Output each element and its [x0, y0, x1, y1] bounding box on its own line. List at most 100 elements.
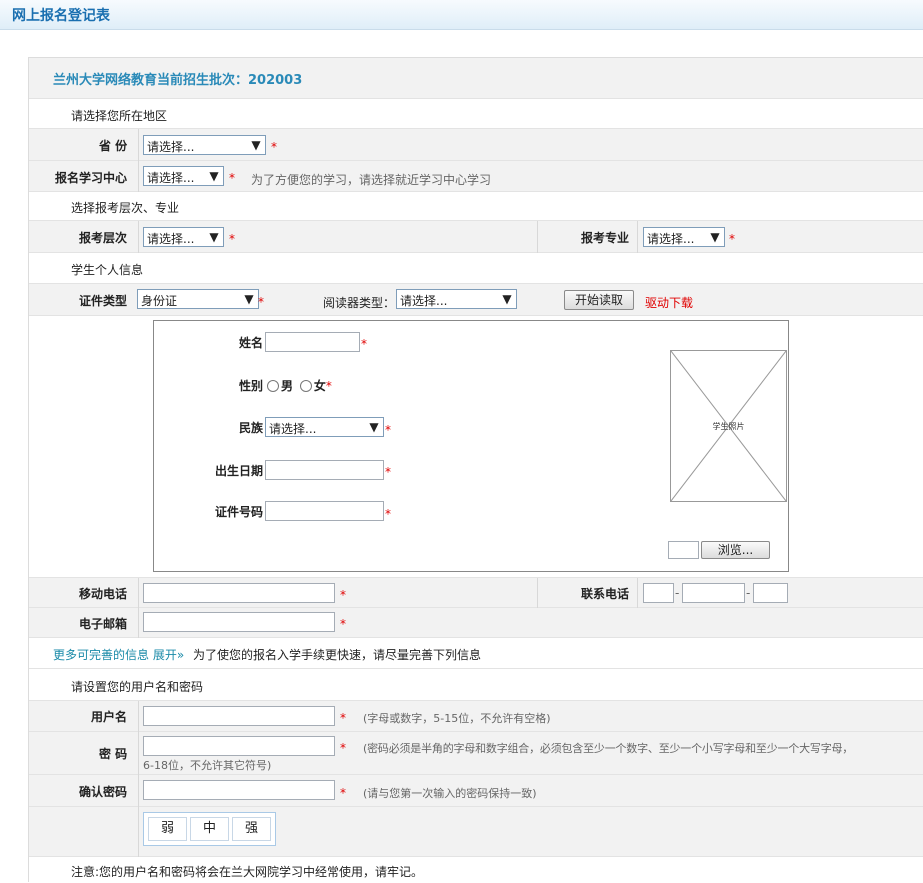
expand-more-info-link[interactable]: 更多可完善的信息 展开» [53, 646, 184, 663]
required-mark: * [385, 423, 391, 437]
password-hint-line-2: 6-18位，不允许其它符号) [143, 759, 272, 772]
major-label: 报考专业 [581, 231, 630, 245]
account-section: 请设置您的用户名和密码 [29, 669, 923, 701]
phone-area-input[interactable] [643, 583, 674, 603]
page-title: 网上报名登记表 [12, 8, 110, 24]
required-mark: * [340, 617, 346, 631]
chevron-down-icon: ▼ [244, 292, 254, 306]
confirm-hint: (请与您第一次输入的密码保持一致) [363, 787, 537, 800]
chevron-down-icon: ▼ [502, 292, 512, 306]
chevron-down-icon: ▼ [369, 420, 379, 434]
divider [637, 221, 638, 253]
level-select[interactable]: 请选择... ▼ [143, 227, 224, 247]
email-input[interactable] [143, 612, 335, 632]
name-input[interactable] [265, 332, 360, 352]
chevron-down-icon: ▼ [209, 169, 219, 183]
major-select[interactable]: 请选择... ▼ [643, 227, 725, 247]
birthdate-input[interactable] [265, 460, 384, 480]
divider [537, 578, 538, 609]
username-row: 用户名 * (字母或数字，5-15位，不允许有空格) [29, 701, 923, 732]
required-mark: * [340, 741, 346, 755]
password-hint-line-1: (密码必须是半角的字母和数字组合，必须包含至少一个数字、至少一个小写字母和至少一… [363, 742, 854, 755]
gender-female-radio[interactable] [299, 380, 312, 392]
divider [138, 775, 139, 807]
registration-form: 兰州大学网络教育当前招生批次：202003 请选择您所在地区 省 份 请选择..… [28, 57, 923, 883]
reader-type-select-value: 请选择... [400, 294, 448, 308]
chevron-down-icon: ▼ [251, 138, 261, 152]
username-label: 用户名 [91, 710, 128, 724]
email-row: 电子邮箱 * [29, 608, 923, 638]
password-label: 密 码 [99, 747, 128, 761]
batch-header: 兰州大学网络教育当前招生批次：202003 [29, 58, 923, 99]
required-mark: * [340, 588, 346, 602]
region-section-label: 请选择您所在地区 [71, 109, 168, 123]
level-row: 报考层次 请选择... ▼ * 报考专业 请选择... ▼ * [29, 221, 923, 253]
ethnicity-select[interactable]: 请选择... ▼ [265, 417, 384, 437]
chevron-down-icon: ▼ [209, 230, 219, 244]
phone-separator: - [675, 586, 680, 600]
gender-male-radio[interactable] [267, 380, 279, 392]
username-hint: (字母或数字，5-15位，不允许有空格) [363, 712, 551, 725]
birthdate-label: 出生日期 [215, 464, 264, 478]
strength-medium: 中 [190, 817, 229, 841]
center-select-value: 请选择... [147, 171, 195, 185]
password-row: 密 码 * (密码必须是半角的字母和数字组合，必须包含至少一个数字、至少一个小写… [29, 732, 923, 775]
gender-options: 男 女* [267, 377, 332, 394]
reader-type-select[interactable]: 请选择... ▼ [396, 289, 517, 309]
required-mark: * [258, 295, 264, 309]
divider [637, 578, 638, 609]
province-select-value: 请选择... [147, 140, 195, 154]
username-input[interactable] [143, 706, 335, 726]
strength-weak: 弱 [148, 817, 187, 841]
center-select[interactable]: 请选择... ▼ [143, 166, 224, 186]
contact-row: 移动电话 * 联系电话 - - [29, 577, 923, 609]
divider [138, 732, 139, 775]
strength-row: 弱 中 强 [29, 807, 923, 857]
confirm-row: 确认密码 * (请与您第一次输入的密码保持一致) [29, 775, 923, 807]
region-section: 请选择您所在地区 [29, 99, 923, 129]
personal-section-label: 学生个人信息 [71, 263, 144, 277]
account-note: 注意:您的用户名和密码将会在兰大网院学习中经常使用，请牢记。 [71, 865, 424, 879]
required-mark: * [340, 786, 346, 800]
phone-number-input[interactable] [682, 583, 745, 603]
mobile-input[interactable] [143, 583, 335, 603]
id-card-panel: 姓名 * 性别 男 女* 民族 请选择... ▼ * 出生日期 * 证件号码 *… [153, 320, 789, 572]
start-read-button[interactable]: 开始读取 [564, 290, 634, 310]
center-row: 报名学习中心 请选择... ▼ * 为了方便您的学习，请选择就近学习中心学习 [29, 161, 923, 192]
phone-separator: - [746, 586, 751, 600]
divider [138, 608, 139, 638]
reader-type-label: 阅读器类型： [323, 296, 396, 310]
email-label: 电子邮箱 [79, 617, 128, 631]
account-section-label: 请设置您的用户名和密码 [71, 680, 204, 694]
divider [138, 807, 139, 857]
id-type-select[interactable]: 身份证 ▼ [137, 289, 259, 309]
level-section-label: 选择报考层次、专业 [71, 201, 180, 215]
personal-section: 学生个人信息 [29, 253, 923, 284]
confirm-password-input[interactable] [143, 780, 335, 800]
phone-label: 联系电话 [581, 587, 630, 601]
gender-female-label: 女 [313, 379, 326, 393]
phone-ext-input[interactable] [753, 583, 788, 603]
driver-download-link[interactable]: 驱动下载 [645, 294, 693, 311]
id-type-select-value: 身份证 [141, 294, 178, 308]
required-mark: * [271, 140, 277, 154]
gender-male-label: 男 [281, 379, 294, 393]
browse-button[interactable]: 浏览... [701, 541, 770, 559]
chevron-down-icon: ▼ [710, 230, 720, 244]
id-type-label: 证件类型 [79, 294, 128, 308]
mobile-label: 移动电话 [79, 587, 128, 601]
required-mark: * [729, 232, 735, 246]
province-select[interactable]: 请选择... ▼ [143, 135, 266, 155]
required-mark: * [361, 337, 367, 351]
password-input[interactable] [143, 736, 335, 756]
id-number-input[interactable] [265, 501, 384, 521]
photo-file-input[interactable] [668, 541, 699, 559]
level-label: 报考层次 [79, 231, 128, 245]
id-number-label: 证件号码 [215, 505, 264, 519]
divider [138, 701, 139, 732]
center-hint: 为了方便您的学习，请选择就近学习中心学习 [251, 173, 492, 187]
strength-strong: 强 [232, 817, 271, 841]
province-row: 省 份 请选择... ▼ * [29, 129, 923, 161]
divider [138, 129, 139, 161]
required-mark: * [385, 507, 391, 521]
